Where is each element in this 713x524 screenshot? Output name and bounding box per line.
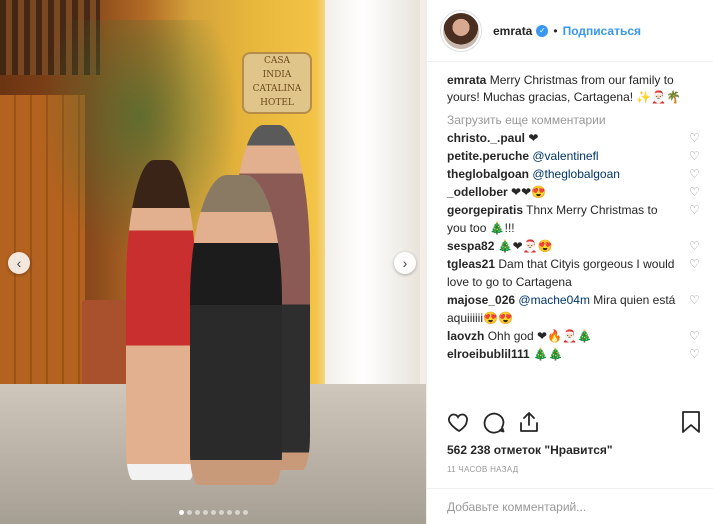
caption-username[interactable]: emrata [447, 73, 486, 87]
comment-content: elroeibublil111 🎄🎄 [447, 345, 677, 363]
comment-content: sespa82 🎄❤🎅🏻😍 [447, 237, 677, 255]
comment-row: sespa82 🎄❤🎅🏻😍 ♡ [447, 237, 700, 255]
small-heart-icon[interactable]: ♡ [689, 150, 701, 162]
comment-username[interactable]: petite.peruche [447, 149, 529, 163]
carousel-dot [218, 510, 224, 515]
comment-username[interactable]: majose_026 [447, 293, 515, 307]
carousel-dot [226, 510, 232, 515]
post-photo[interactable]: CASA INDIA CATALINA HOTEL ‹ › [0, 0, 426, 524]
small-heart-icon[interactable]: ♡ [689, 132, 701, 144]
verified-badge-icon: ✓ [536, 24, 549, 37]
comment-content: majose_026 @mache04m Mira quien está aqu… [447, 291, 677, 327]
avatar[interactable] [441, 10, 481, 51]
person-woman-hat [190, 175, 282, 485]
carousel-dot [178, 510, 184, 515]
small-heart-icon[interactable]: ♡ [689, 168, 701, 180]
comment-content: _odellober ❤❤😍 [447, 183, 677, 201]
small-heart-icon[interactable]: ♡ [689, 348, 701, 360]
carousel-dot [194, 510, 200, 515]
comment-username[interactable]: sespa82 [447, 239, 494, 253]
post-caption: emrata Merry Christmas from our family t… [447, 72, 697, 106]
sign-line: CASA [263, 56, 291, 66]
comment-content: tgleas21 Dam that Cityis gorgeous I woul… [447, 255, 677, 291]
comment-text: 🎄🎄 [533, 347, 563, 361]
comment-content: theglobalgoan @theglobalgoan [447, 165, 677, 183]
comment-username[interactable]: theglobalgoan [447, 167, 529, 181]
comment-username[interactable]: _odellober [447, 185, 508, 199]
comment-text: Ohh god ❤🔥🎅🏻🎄 [487, 329, 592, 343]
small-heart-icon[interactable]: ♡ [689, 258, 701, 270]
small-heart-icon[interactable]: ♡ [689, 294, 701, 306]
person-woman-red-dress [126, 160, 196, 480]
carousel-dot [186, 510, 192, 515]
comment-row: petite.peruche @valentinefl ♡ [447, 147, 700, 165]
comment-username[interactable]: georgepiratis [447, 203, 523, 217]
carousel-dot [202, 510, 208, 515]
comment-row: _odellober ❤❤😍 ♡ [447, 183, 700, 201]
small-heart-icon[interactable]: ♡ [689, 330, 701, 342]
follow-button[interactable]: Подписаться [563, 24, 641, 38]
comment-row: laovzh Ohh god ❤🔥🎅🏻🎄 ♡ [447, 327, 700, 345]
comment-content: laovzh Ohh god ❤🔥🎅🏻🎄 [447, 327, 677, 345]
comments-list: emrata Merry Christmas from our family t… [447, 72, 700, 363]
comment-content: georgepiratis Thnx Merry Christmas to yo… [447, 201, 677, 237]
heart-outline-icon[interactable] [447, 410, 471, 437]
comment-row: majose_026 @mache04m Mira quien está aqu… [447, 291, 700, 327]
comment-username[interactable]: laovzh [447, 329, 484, 343]
add-comment-input[interactable] [447, 500, 694, 514]
separator-dot: • [553, 23, 558, 38]
comment-row: georgepiratis Thnx Merry Christmas to yo… [447, 201, 700, 237]
chevron-right-icon[interactable]: › [394, 252, 416, 274]
comment-row: christo._.paul ❤ ♡ [447, 129, 700, 147]
sign-line: CATALINA [252, 84, 302, 94]
comment-text: 🎄❤🎅🏻😍 [497, 239, 553, 253]
carousel-dot [234, 510, 240, 515]
bookmark-icon[interactable] [680, 410, 702, 437]
comment-text: ❤❤😍 [511, 185, 547, 199]
speech-bubble-icon[interactable] [482, 410, 506, 437]
comment-username[interactable]: christo._.paul [447, 131, 525, 145]
share-upload-icon[interactable] [517, 410, 541, 437]
comment-mention[interactable]: @theglobalgoan [532, 167, 620, 181]
action-bar [447, 410, 702, 438]
comment-content: petite.peruche @valentinefl [447, 147, 677, 165]
sign-line: INDIA [262, 70, 292, 80]
comment-mention[interactable]: @mache04m [518, 293, 590, 307]
chevron-left-icon[interactable]: ‹ [8, 252, 30, 274]
add-comment-bar [427, 488, 713, 524]
comment-username[interactable]: tgleas21 [447, 257, 495, 271]
post-header: emrata ✓ • Подписаться [427, 0, 713, 62]
small-heart-icon[interactable]: ♡ [689, 204, 701, 216]
hotel-sign: CASA INDIA CATALINA HOTEL [242, 52, 312, 114]
comment-row: theglobalgoan @theglobalgoan ♡ [447, 165, 700, 183]
comment-row: elroeibublil111 🎄🎄 ♡ [447, 345, 700, 363]
post-timestamp: 11 ЧАСОВ НАЗАД [447, 465, 519, 474]
small-heart-icon[interactable]: ♡ [689, 186, 701, 198]
comment-row: tgleas21 Dam that Cityis gorgeous I woul… [447, 255, 700, 291]
small-heart-icon[interactable]: ♡ [689, 240, 701, 252]
white-column [325, 0, 420, 420]
comment-mention[interactable]: @valentinefl [532, 149, 598, 163]
likes-count[interactable]: 562 238 отметок "Нравится" [447, 443, 613, 457]
comment-text: ❤ [528, 131, 539, 145]
carousel-dot [210, 510, 216, 515]
post-side-panel: emrata ✓ • Подписаться emrata Merry Chri… [426, 0, 713, 524]
header-username[interactable]: emrata [493, 24, 532, 38]
carousel-dots [0, 504, 426, 518]
comment-username[interactable]: elroeibublil111 [447, 347, 530, 361]
comment-content: christo._.paul ❤ [447, 129, 677, 147]
carousel-dot [242, 510, 248, 515]
load-more-comments-button[interactable]: Загрузить еще комментарии [447, 113, 697, 127]
sign-line: HOTEL [260, 98, 294, 108]
